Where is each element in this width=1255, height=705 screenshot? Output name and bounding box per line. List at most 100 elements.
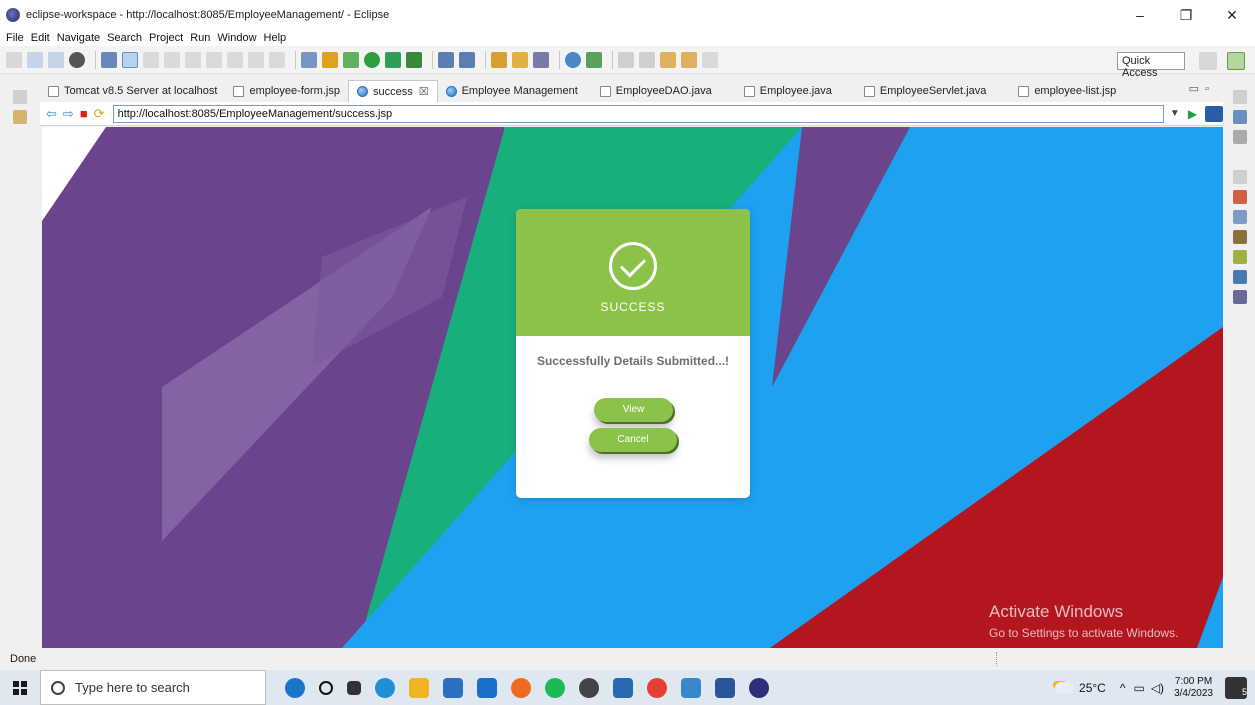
new-java-project-icon[interactable]	[406, 51, 422, 68]
close-icon[interactable]: ☒	[419, 85, 429, 98]
settings-gear-icon[interactable]	[579, 677, 599, 698]
edge-icon[interactable]	[375, 677, 395, 698]
mail-icon[interactable]	[477, 677, 497, 698]
suspend-icon[interactable]	[164, 51, 180, 68]
quick-access-input[interactable]: Quick Access	[1117, 52, 1185, 79]
task-view-icon[interactable]	[347, 680, 361, 695]
markers-icon[interactable]	[1233, 190, 1247, 204]
back-arrow-icon[interactable]: ⇦	[46, 106, 57, 122]
annotation-icon[interactable]	[586, 51, 602, 68]
next-annotation-icon[interactable]	[618, 51, 634, 68]
new-package-icon[interactable]	[438, 51, 454, 68]
open-external-browser-icon[interactable]	[1205, 105, 1224, 122]
clock[interactable]: 7:00 PM 3/4/2023	[1174, 676, 1213, 700]
save-all-icon[interactable]	[48, 51, 64, 68]
outline-icon[interactable]	[1233, 110, 1247, 124]
project-explorer-icon[interactable]	[13, 110, 27, 124]
publish-icon[interactable]	[322, 51, 338, 68]
restore-icon[interactable]	[1233, 170, 1247, 184]
save-icon[interactable]	[27, 51, 43, 68]
new-class-icon[interactable]	[459, 51, 475, 68]
back-icon[interactable]	[681, 51, 697, 68]
refresh-icon[interactable]: ⟳	[94, 106, 105, 122]
new-icon[interactable]	[6, 51, 22, 68]
restore-icon[interactable]	[13, 90, 27, 104]
resume-icon[interactable]	[143, 51, 159, 68]
server-icon[interactable]	[301, 51, 317, 68]
step-return-icon[interactable]	[269, 51, 285, 68]
menu-search[interactable]: Search	[107, 32, 142, 44]
open-task-icon[interactable]	[512, 51, 528, 68]
profile-icon[interactable]	[69, 51, 85, 68]
start-button[interactable]	[0, 670, 40, 705]
disconnect-icon[interactable]	[206, 51, 222, 68]
cortana-icon[interactable]	[319, 680, 333, 695]
network-icon[interactable]: ▭	[1133, 681, 1144, 695]
search-icon[interactable]	[533, 51, 549, 68]
menu-help[interactable]: Help	[264, 32, 287, 44]
vscode-icon[interactable]	[681, 677, 701, 698]
tab-employee-servlet-java[interactable]: EmployeeServlet.java	[856, 80, 994, 102]
eclipse-icon[interactable]	[749, 677, 769, 698]
debug-icon[interactable]	[343, 51, 359, 68]
chevron-up-icon[interactable]: ^	[1120, 681, 1126, 695]
external-tools-icon[interactable]	[385, 51, 401, 68]
previous-annotation-icon[interactable]	[639, 51, 655, 68]
speaker-icon[interactable]: ◁)	[1151, 681, 1164, 695]
maximize-button[interactable]: ❐	[1163, 0, 1209, 30]
tab-employee-java[interactable]: Employee.java	[736, 80, 840, 102]
forward-icon[interactable]	[702, 51, 718, 68]
step-over-icon[interactable]	[248, 51, 264, 68]
notes-icon[interactable]	[613, 677, 633, 698]
last-edit-icon[interactable]	[660, 51, 676, 68]
tab-employee-list-jsp[interactable]: employee-list.jsp	[1010, 80, 1124, 102]
snippets-icon[interactable]	[1233, 270, 1247, 284]
menu-file[interactable]: File	[6, 32, 24, 44]
chevron-down-icon[interactable]: ▼	[1170, 108, 1180, 119]
java-ee-perspective-icon[interactable]	[1227, 52, 1245, 70]
go-button[interactable]: ▶	[1188, 107, 1197, 121]
menu-project[interactable]: Project	[149, 32, 183, 44]
servers-icon[interactable]	[1233, 230, 1247, 244]
firefox-icon[interactable]	[511, 677, 531, 698]
tab-employee-dao-java[interactable]: EmployeeDAO.java	[592, 80, 720, 102]
terminal-icon[interactable]	[101, 51, 117, 68]
run-icon[interactable]	[364, 51, 380, 68]
menu-run[interactable]: Run	[190, 32, 210, 44]
console-icon[interactable]	[1233, 290, 1247, 304]
task-list-icon[interactable]	[1233, 130, 1247, 144]
tab-success[interactable]: success ☒	[347, 80, 438, 102]
restore-icon[interactable]	[1233, 90, 1247, 104]
store-icon[interactable]	[443, 677, 463, 698]
tab-employee-form-jsp[interactable]: employee-form.jsp	[225, 80, 347, 102]
minimize-editor-icon[interactable]: ▭	[1189, 83, 1199, 95]
stop-icon[interactable]: ■	[80, 106, 88, 121]
chrome-icon[interactable]	[647, 677, 667, 698]
notification-icon[interactable]: 5	[1225, 676, 1247, 699]
properties-icon[interactable]	[1233, 210, 1247, 224]
menu-navigate[interactable]: Navigate	[57, 32, 100, 44]
tab-tomcat-server[interactable]: Tomcat v8.5 Server at localhost	[40, 80, 225, 102]
maximize-editor-icon[interactable]: ▫	[1202, 83, 1209, 95]
open-type-icon[interactable]	[491, 51, 507, 68]
tab-employee-management[interactable]: Employee Management	[438, 80, 586, 102]
menu-window[interactable]: Window	[217, 32, 256, 44]
temperature[interactable]: 25°C	[1079, 681, 1106, 695]
terminate-icon[interactable]	[185, 51, 201, 68]
url-input[interactable]	[112, 104, 1164, 123]
cancel-button[interactable]: Cancel	[589, 428, 677, 452]
step-into-icon[interactable]	[227, 51, 243, 68]
open-perspective-icon[interactable]	[1199, 52, 1217, 70]
skip-breakpoints-icon[interactable]	[122, 51, 138, 68]
word-icon[interactable]	[715, 677, 735, 698]
file-explorer-icon[interactable]	[409, 677, 429, 698]
minimize-button[interactable]: –	[1117, 0, 1163, 30]
spotify-icon[interactable]	[545, 677, 565, 698]
close-button[interactable]: ✕	[1209, 0, 1255, 30]
taskbar-search[interactable]: Type here to search	[40, 670, 266, 705]
view-button[interactable]: View	[594, 398, 673, 422]
menu-edit[interactable]: Edit	[31, 32, 50, 44]
forward-arrow-icon[interactable]: ⇨	[63, 106, 74, 122]
browser-icon[interactable]	[565, 51, 581, 68]
bing-icon[interactable]	[285, 677, 305, 698]
